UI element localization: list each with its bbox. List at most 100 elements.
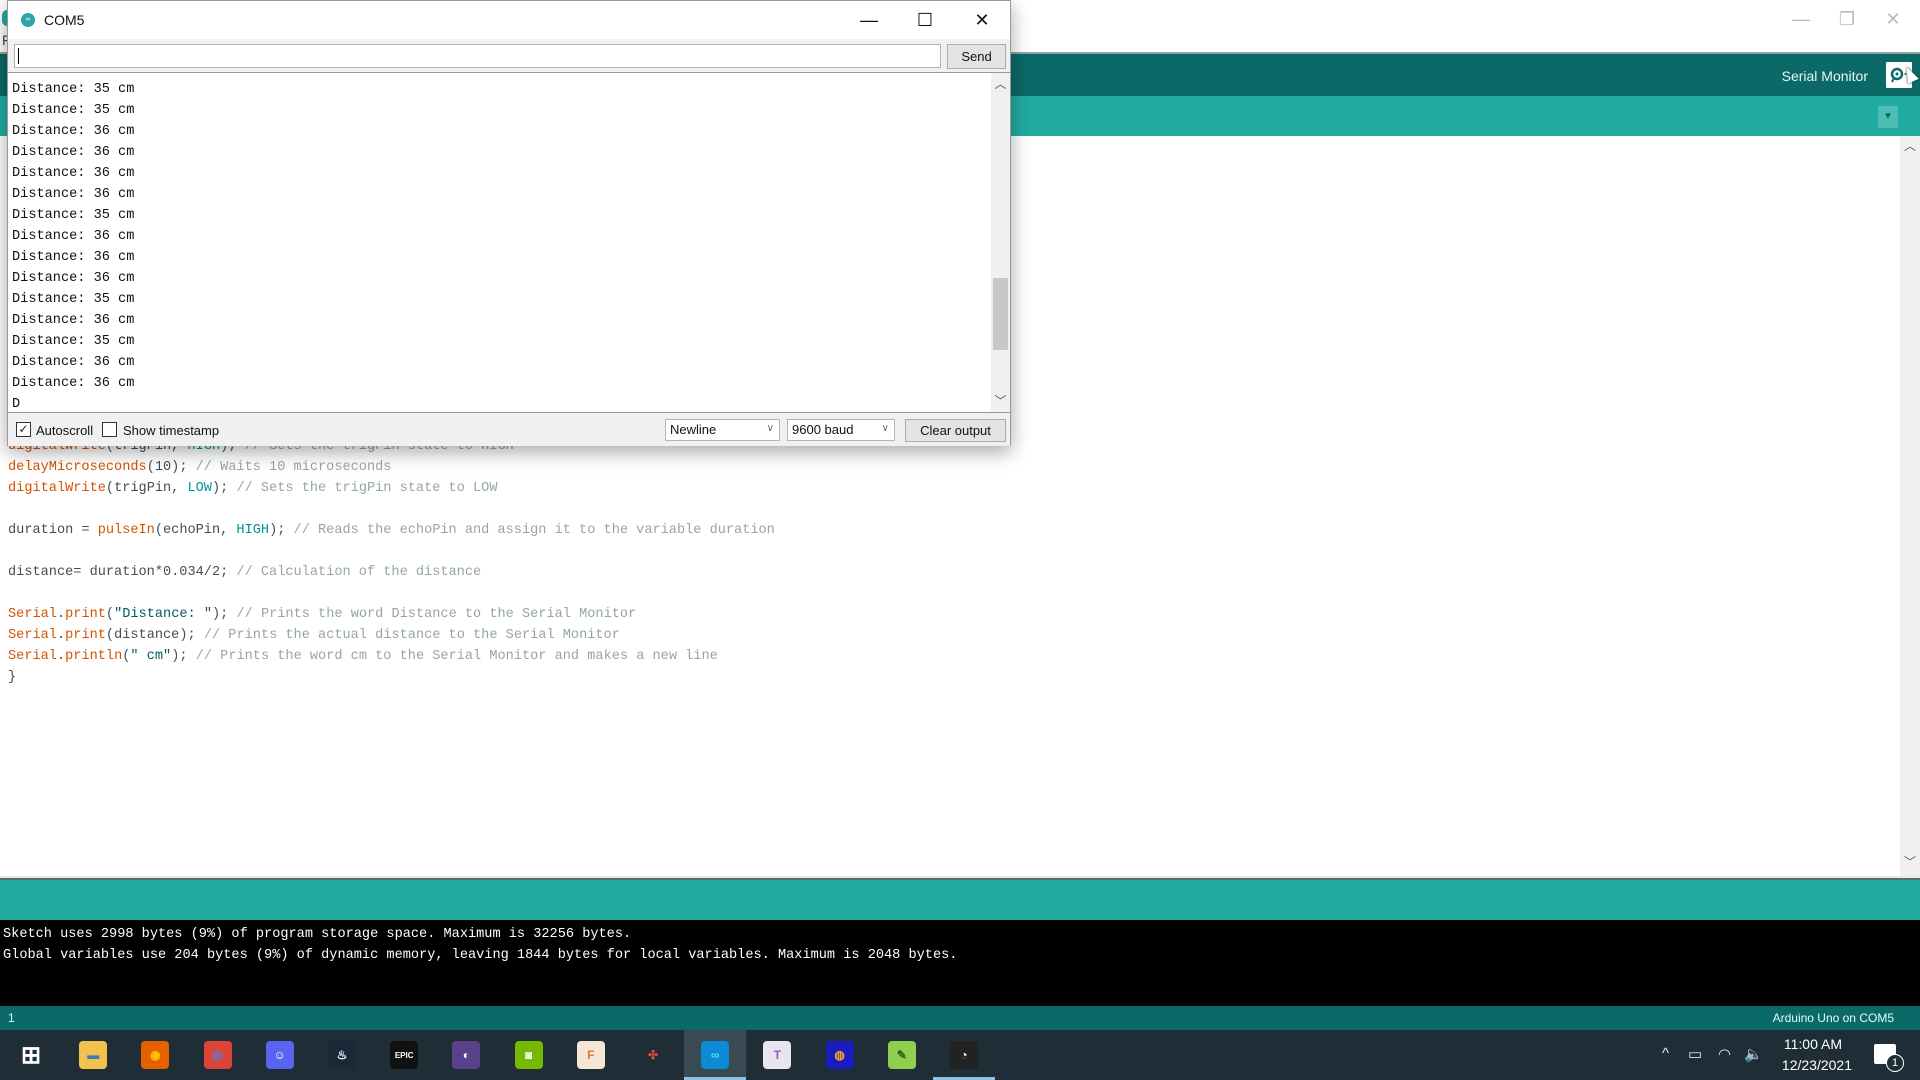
- ide-close-button[interactable]: ✕: [1870, 4, 1916, 34]
- code-line[interactable]: }: [8, 667, 775, 688]
- serial-output-line: Distance: 35 cm: [12, 82, 135, 97]
- clock-time[interactable]: 11:00 AM: [1784, 1036, 1842, 1052]
- code-line[interactable]: distance= duration*0.034/2; // Calculati…: [8, 562, 775, 583]
- taskbar-app-file-explorer[interactable]: ▬: [62, 1030, 124, 1080]
- taskbar-app-fusion-360[interactable]: F: [560, 1030, 622, 1080]
- code-token: duration =: [8, 523, 98, 538]
- ide-status-bar: 1 Arduino Uno on COM5: [0, 1006, 1920, 1030]
- code-token: // Waits 10 microseconds: [195, 460, 392, 475]
- taskbar-app-app-launcher[interactable]: ✣: [622, 1030, 684, 1080]
- code-line[interactable]: Serial.print("Distance: "); // Prints th…: [8, 604, 775, 625]
- serial-output-scrollbar[interactable]: ︿ ﹀: [991, 73, 1010, 412]
- taskbar-app-typora[interactable]: T: [746, 1030, 808, 1080]
- nvidia-icon: ◙: [514, 1041, 543, 1069]
- wifi-icon[interactable]: ◠: [1718, 1045, 1731, 1063]
- ide-minimize-button[interactable]: —: [1778, 4, 1824, 34]
- tab-menu-button[interactable]: ▼: [1878, 106, 1898, 128]
- serial-output[interactable]: Distance: 35 cm Distance: 35 cm Distance: …: [8, 72, 1010, 413]
- code-token: // Reads the echoPin and assign it to th…: [293, 523, 775, 538]
- code-token: );: [269, 523, 294, 538]
- code-line[interactable]: delayMicroseconds(10); // Waits 10 micro…: [8, 457, 775, 478]
- chevron-down-icon[interactable]: ﹀: [991, 392, 1010, 410]
- arduino-ide-icon: ∞: [701, 1041, 730, 1069]
- taskbar-app-ubisoft-connect[interactable]: ◐: [435, 1030, 497, 1080]
- obs-studio-icon: ◔: [950, 1041, 978, 1069]
- taskbar-app-firefox[interactable]: ◉: [124, 1030, 186, 1080]
- code-token: Serial: [8, 607, 57, 622]
- battery-icon[interactable]: ▭: [1688, 1045, 1702, 1063]
- code-line[interactable]: [8, 541, 775, 562]
- ide-restore-button[interactable]: ❐: [1824, 4, 1870, 34]
- code-token: digitalWrite: [8, 481, 106, 496]
- code-token: .: [56, 628, 66, 643]
- clear-output-button[interactable]: Clear output: [905, 419, 1006, 442]
- clock-date[interactable]: 12/23/2021: [1782, 1057, 1852, 1073]
- notepad-plus-plus-icon: ✎: [887, 1041, 916, 1069]
- console-line: Global variables use 204 bytes (9%) of d…: [3, 948, 958, 963]
- notification-count-badge: 1: [1886, 1054, 1904, 1072]
- show-timestamp-checkbox[interactable]: [102, 422, 117, 437]
- code-token: LOW: [187, 481, 212, 496]
- code-token: println: [65, 649, 123, 664]
- line-ending-select[interactable]: Newline ∨: [665, 419, 780, 441]
- taskbar-app-audacity[interactable]: ◍: [809, 1030, 871, 1080]
- typora-icon: T: [763, 1041, 792, 1069]
- serial-monitor-titlebar[interactable]: ∞ COM5 — ☐ ✕: [8, 1, 1010, 39]
- code-token: .: [56, 607, 66, 622]
- code-token: HIGH: [236, 523, 270, 538]
- serial-output-line: Distance: 36 cm: [12, 250, 135, 265]
- serial-output-line: Distance: 36 cm: [12, 271, 135, 286]
- autoscroll-label[interactable]: Autoscroll: [36, 423, 93, 438]
- minimize-button[interactable]: —: [841, 1, 897, 39]
- code-token: "Distance: ": [114, 607, 212, 622]
- serial-output-line: Distance: 36 cm: [12, 355, 135, 370]
- discord-icon: ☺: [265, 1041, 294, 1069]
- chevron-up-icon[interactable]: ︿: [991, 75, 1010, 93]
- scrollbar-thumb[interactable]: [993, 278, 1008, 351]
- code-line[interactable]: digitalWrite(trigPin, LOW); // Sets the …: [8, 478, 775, 499]
- code-token: );: [171, 649, 196, 664]
- serial-output-line: Distance: 36 cm: [12, 166, 135, 181]
- code-content[interactable]: digitalWrite(trigPin, HIGH); // Sets the…: [8, 436, 775, 688]
- autoscroll-checkbox[interactable]: ✓: [16, 422, 31, 437]
- taskbar-app-discord[interactable]: ☺: [249, 1030, 311, 1080]
- ubisoft-connect-icon: ◐: [452, 1041, 481, 1069]
- scroll-down-icon[interactable]: ﹀: [1900, 852, 1920, 872]
- steam-icon: ♨: [328, 1041, 356, 1069]
- maximize-button[interactable]: ☐: [897, 1, 953, 39]
- serial-input[interactable]: [14, 44, 941, 68]
- chevron-down-icon: ∨: [766, 423, 774, 434]
- arduino-logo-icon: ∞: [21, 13, 35, 27]
- code-line[interactable]: Serial.print(distance); // Prints the ac…: [8, 625, 775, 646]
- taskbar-app-start[interactable]: ⊞: [0, 1030, 62, 1080]
- send-button[interactable]: Send: [947, 44, 1006, 69]
- code-token: // Prints the word Distance to the Seria…: [236, 607, 637, 622]
- taskbar-app-arduino-ide[interactable]: ∞: [684, 1030, 747, 1080]
- taskbar-app-nvidia[interactable]: ◙: [498, 1030, 560, 1080]
- serial-output-line: Distance: 36 cm: [12, 187, 135, 202]
- taskbar-app-steam[interactable]: ♨: [311, 1030, 373, 1080]
- volume-icon[interactable]: 🔈: [1744, 1045, 1763, 1063]
- code-token: (trigPin,: [105, 481, 188, 496]
- baud-rate-value: 9600 baud: [792, 422, 854, 437]
- editor-scrollbar[interactable]: ︿ ﹀: [1900, 136, 1920, 876]
- show-timestamp-label[interactable]: Show timestamp: [123, 423, 219, 438]
- taskbar-app-epic-games[interactable]: EPIC: [373, 1030, 435, 1080]
- baud-rate-select[interactable]: 9600 baud ∨: [787, 419, 895, 441]
- code-line[interactable]: Serial.println(" cm"); // Prints the wor…: [8, 646, 775, 667]
- taskbar-app-notepad-plus-plus[interactable]: ✎: [871, 1030, 933, 1080]
- scroll-up-icon[interactable]: ︿: [1900, 136, 1920, 156]
- serial-output-line: Distance: 35 cm: [12, 103, 135, 118]
- taskbar-app-obs-studio[interactable]: ◔: [933, 1030, 995, 1080]
- code-line[interactable]: duration = pulseIn(echoPin, HIGH); // Re…: [8, 520, 775, 541]
- system-tray: ^ ▭ ◠ 🔈 11:00 AM 12/23/2021 1: [1620, 1030, 1920, 1080]
- close-button[interactable]: ✕: [954, 1, 1010, 39]
- status-line-number: 1: [8, 1011, 15, 1025]
- tray-overflow-chevron-icon[interactable]: ^: [1662, 1045, 1669, 1062]
- code-line[interactable]: [8, 499, 775, 520]
- taskbar-app-chrome[interactable]: ◎: [187, 1030, 249, 1080]
- code-line[interactable]: [8, 583, 775, 604]
- start-icon: ⊞: [20, 1041, 42, 1069]
- code-token: (echoPin,: [154, 523, 237, 538]
- code-token: distance= duration*0.034/2;: [8, 565, 237, 580]
